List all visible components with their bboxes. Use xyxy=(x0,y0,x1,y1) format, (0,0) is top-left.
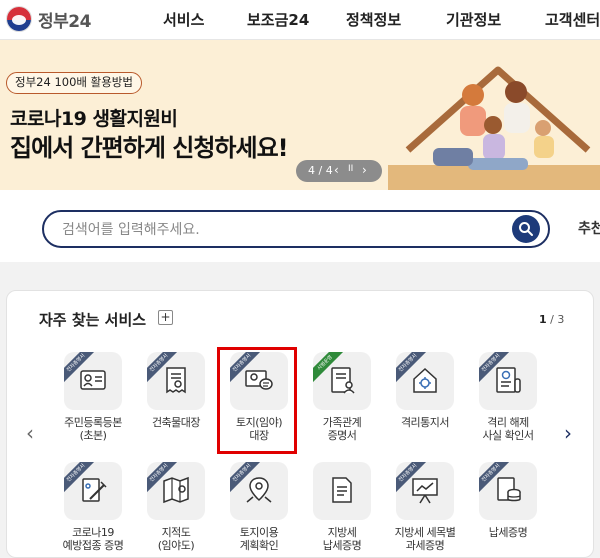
pager-count: 4 / 4 xyxy=(308,164,333,177)
pager-pause-icon[interactable]: II xyxy=(348,164,353,174)
map-icon xyxy=(163,476,189,504)
top-header: 정부24 서비스 보조금24 정책정보 기관정보 고객센터 xyxy=(0,0,600,40)
search-icon xyxy=(519,222,533,236)
service-label: 토지이용 계획확인 xyxy=(239,526,279,552)
service-resident-registration[interactable]: 전자증명서 주민등록등본 (초본) xyxy=(47,352,131,452)
search-area: 추천 xyxy=(0,190,600,262)
tax-document-icon xyxy=(332,477,352,503)
main-nav: 서비스 보조금24 정책정보 기관정보 고객센터 xyxy=(0,9,600,31)
service-quarantine-release[interactable]: 전자증명서 격리 해제 사실 확인서 xyxy=(462,352,546,452)
banner-title-line2: 집에서 간편하게 신청하세요! xyxy=(10,134,289,162)
banner-title-line1: 코로나19 생활지원비 xyxy=(10,108,178,130)
nav-item-agency[interactable]: 기관정보 xyxy=(446,9,501,30)
service-label: 가족관계 증명서 xyxy=(322,416,362,442)
nav-item-subsidy[interactable]: 보조금24 xyxy=(247,9,309,30)
selection-highlight xyxy=(217,347,297,454)
services-title: 자주 찾는 서비스 xyxy=(39,311,147,329)
banner-pager: 4 / 4 ‹ II › xyxy=(296,160,382,182)
coins-icon xyxy=(497,477,521,502)
service-tile xyxy=(313,462,371,520)
search-button[interactable] xyxy=(512,215,540,243)
service-label: 격리 해제 사실 확인서 xyxy=(482,416,534,442)
more-services-button[interactable]: + xyxy=(158,310,173,325)
next-page-icon[interactable]: › xyxy=(564,421,572,445)
service-label: 납세증명 xyxy=(488,526,528,539)
service-tile: 전자증명서 xyxy=(147,462,205,520)
location-pin-icon xyxy=(246,477,272,503)
nav-item-services[interactable]: 서비스 xyxy=(163,9,204,30)
service-family-relation[interactable]: 시범운영 가족관계 증명서 xyxy=(296,352,380,452)
service-local-tax-item[interactable]: 전자증명서 지방세 세목별 과세증명 xyxy=(379,462,463,558)
page-current: 1 xyxy=(539,313,547,326)
service-tile: 시범운영 xyxy=(313,352,371,410)
services-page-count: 1 / 3 xyxy=(539,313,564,326)
service-label: 주민등록등본 (초본) xyxy=(64,416,122,442)
service-tile: 전자증명서 xyxy=(396,352,454,410)
service-local-tax-payment[interactable]: 지방세 납세증명 xyxy=(296,462,380,558)
service-label: 지방세 납세증명 xyxy=(322,526,362,552)
prev-page-icon[interactable]: ‹ xyxy=(26,421,34,445)
banner-tag[interactable]: 정부24 100배 활용방법 xyxy=(6,72,142,94)
service-tile: 전자증명서 xyxy=(396,462,454,520)
service-tax-payment[interactable]: 전자증명서 납세증명 xyxy=(462,462,546,558)
service-tile: 전자증명서 xyxy=(479,462,537,520)
id-card-icon xyxy=(80,370,106,390)
service-building-register[interactable]: 전자증명서 건축물대장 xyxy=(130,352,214,452)
vaccine-icon xyxy=(82,478,107,502)
service-label: 격리통지서 xyxy=(400,416,450,429)
service-land-use-plan[interactable]: 전자증명서 토지이용 계획확인 xyxy=(213,462,297,558)
service-label: 지방세 세목별 과세증명 xyxy=(394,526,456,552)
service-label: 코로나19 예방접종 증명 xyxy=(62,526,124,552)
nav-item-policy[interactable]: 정책정보 xyxy=(346,9,401,30)
search-box xyxy=(42,210,550,248)
receipt-icon xyxy=(166,367,186,394)
page-total: / 3 xyxy=(550,313,565,326)
service-vaccination-certificate[interactable]: 전자증명서 코로나19 예방접종 증명 xyxy=(47,462,131,558)
search-input[interactable] xyxy=(62,220,502,240)
service-cadastral-map[interactable]: 전자증명서 지적도 (임야도) xyxy=(130,462,214,558)
service-tile: 전자증명서 xyxy=(147,352,205,410)
promo-banner[interactable]: 정부24 100배 활용방법 코로나19 생활지원비 집에서 간편하게 신청하세… xyxy=(0,40,600,190)
family-illustration xyxy=(388,66,600,190)
service-tile: 전자증명서 xyxy=(64,352,122,410)
service-label: 건축물대장 xyxy=(151,416,201,429)
service-quarantine-notice[interactable]: 전자증명서 격리통지서 xyxy=(379,352,463,452)
recommend-link[interactable]: 추천 xyxy=(578,218,600,238)
service-tile: 전자증명서 xyxy=(64,462,122,520)
house-virus-icon xyxy=(413,367,437,393)
release-document-icon xyxy=(496,367,521,393)
service-tile: 전자증명서 xyxy=(230,462,288,520)
pager-prev-icon[interactable]: ‹ xyxy=(334,163,339,177)
service-tile: 전자증명서 xyxy=(479,352,537,410)
family-document-icon xyxy=(331,367,355,394)
presentation-chart-icon xyxy=(412,478,438,504)
pager-next-icon[interactable]: › xyxy=(362,163,367,177)
service-label: 지적도 (임야도) xyxy=(157,526,195,552)
nav-item-customer-center[interactable]: 고객센터 xyxy=(545,9,600,30)
